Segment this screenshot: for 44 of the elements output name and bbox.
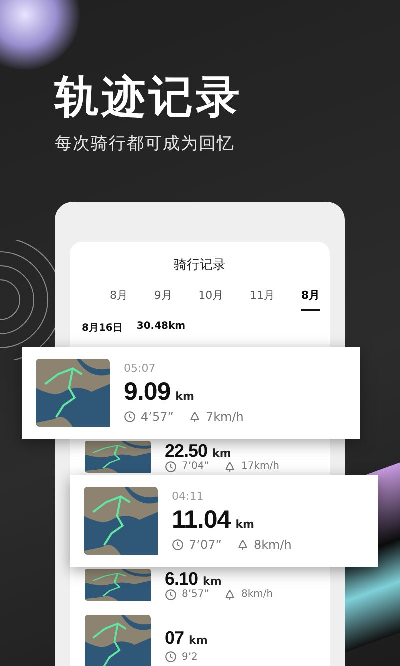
month-tab[interactable]: 10月: [198, 288, 224, 311]
clock-icon: [172, 539, 184, 551]
month-tab[interactable]: 8月: [301, 288, 320, 311]
ride-duration: 4’57”: [141, 410, 174, 424]
ride-row[interactable]: 07 km 9’2: [70, 615, 330, 666]
month-tab[interactable]: 8月: [110, 288, 128, 311]
ride-duration: 7’04”: [182, 461, 210, 472]
distance-unit: km: [176, 390, 194, 403]
ride-distance: 22.50: [165, 442, 208, 460]
ride-time: 04:11: [172, 490, 205, 503]
clock-icon: [165, 588, 177, 600]
map-thumbnail: [85, 441, 151, 473]
ride-distance: 11.04: [172, 506, 231, 535]
ride-distance: 9.09: [124, 378, 171, 407]
day-date: 8月16日: [82, 322, 123, 335]
clock-icon: [165, 651, 177, 663]
ride-distance: 6.10: [165, 570, 198, 588]
month-tab[interactable]: 9月: [154, 288, 172, 311]
ride-speed: 8km/h: [241, 589, 274, 600]
ride-duration: 7’07”: [189, 538, 222, 552]
map-thumbnail: [85, 569, 151, 601]
clock-icon: [165, 460, 177, 472]
distance-unit: km: [212, 446, 232, 460]
distance-unit: km: [203, 574, 222, 588]
map-thumbnail: [85, 615, 151, 666]
ride-card[interactable]: 04:11 11.04 km 7’07” 8km/h: [70, 475, 378, 567]
ride-duration: 9’2: [182, 652, 198, 662]
clock-icon: [124, 411, 136, 423]
distance-unit: km: [189, 634, 208, 647]
screen-title: 骑行记录: [173, 257, 227, 274]
ride-distance: 07: [165, 629, 184, 648]
headline: 轨迹记录: [55, 72, 243, 124]
subheadline: 每次骑行都可成为回忆: [55, 133, 236, 155]
distance-unit: km: [236, 518, 254, 531]
ride-card[interactable]: 05:07 9.09 km 4’57” 7km/h: [22, 347, 360, 439]
ride-time: 05:07: [124, 362, 157, 375]
ride-speed: 8km/h: [254, 538, 292, 552]
month-tab[interactable]: 11月: [250, 288, 275, 311]
ride-duration: 8’57”: [182, 589, 210, 600]
day-total: 30.48km: [136, 321, 186, 334]
ride-speed: 7km/h: [206, 410, 244, 424]
ride-speed: 17km/h: [241, 461, 280, 472]
ride-row[interactable]: 22.50 km 7’04” 17km/h: [70, 441, 330, 473]
ride-row[interactable]: 6.10 km 8’57” 8km/h: [70, 569, 330, 601]
